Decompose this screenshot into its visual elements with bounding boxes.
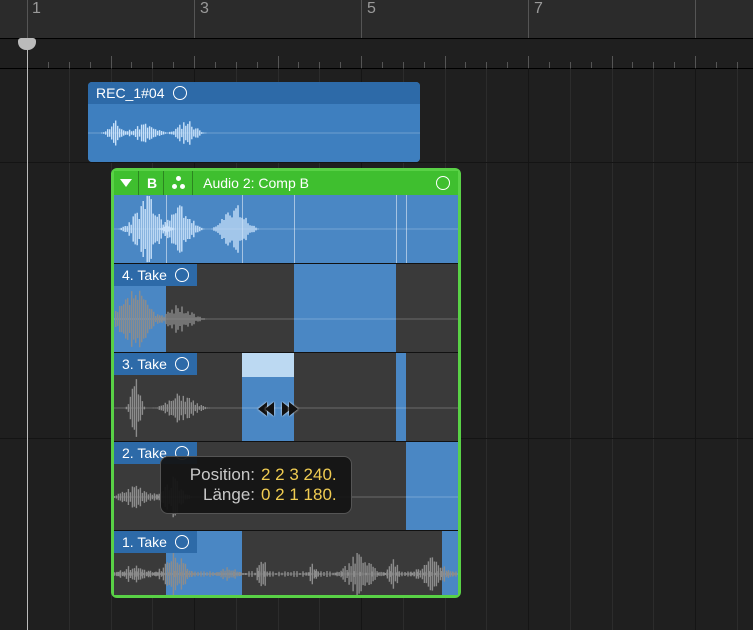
- playhead[interactable]: [27, 38, 28, 630]
- comp-lane[interactable]: [114, 195, 458, 263]
- triangle-down-icon: [120, 179, 132, 187]
- take-label[interactable]: 4. Take: [114, 264, 197, 286]
- ruler-number: 7: [534, 0, 543, 18]
- waveform: [114, 553, 458, 595]
- region-name: REC_1#04: [96, 82, 165, 104]
- loop-indicator-icon: [175, 268, 189, 282]
- take-label[interactable]: 3. Take: [114, 353, 197, 375]
- ruler-number: 3: [200, 0, 209, 18]
- waveform: [114, 286, 458, 352]
- tooltip-length-label: Länge:: [175, 485, 255, 505]
- comp-dots-icon: [172, 176, 186, 190]
- loop-indicator-icon: [175, 357, 189, 371]
- bar-ruler[interactable]: 1 3 5 7: [0, 0, 753, 39]
- take-folder[interactable]: B Audio 2: Comp B 4. Take: [111, 168, 461, 598]
- loop-indicator-icon: [436, 176, 450, 190]
- beat-ruler[interactable]: [0, 48, 753, 69]
- ruler-number: 1: [32, 0, 41, 18]
- tooltip-position-value: 2 2 3 240.: [261, 465, 337, 485]
- audio-region-rec[interactable]: REC_1#04: [88, 82, 420, 162]
- waveform: [114, 195, 458, 263]
- take-lane[interactable]: 3. Take: [114, 352, 458, 441]
- selection-highlight: [242, 353, 294, 377]
- arrange-area[interactable]: 1 3 5 7 REC_1#04: [0, 0, 753, 630]
- tooltip-length-value: 0 2 1 180.: [261, 485, 337, 505]
- waveform: [88, 104, 420, 162]
- take-folder-title: Audio 2: Comp B: [195, 175, 434, 191]
- loop-indicator-icon: [175, 535, 189, 549]
- loop-indicator-icon: [173, 86, 187, 100]
- tooltip-position-label: Position:: [175, 465, 255, 485]
- disclosure-button[interactable]: [114, 171, 139, 195]
- waveform: [114, 375, 458, 441]
- quick-swipe-button[interactable]: [166, 171, 193, 195]
- position-tooltip: Position: 2 2 3 240. Länge: 0 2 1 180.: [160, 456, 352, 514]
- region-header[interactable]: REC_1#04: [88, 82, 420, 104]
- take-lane[interactable]: 1. Take: [114, 530, 458, 595]
- take-lane[interactable]: 4. Take: [114, 263, 458, 352]
- ruler-number: 5: [367, 0, 376, 18]
- take-folder-header[interactable]: B Audio 2: Comp B: [114, 171, 458, 195]
- take-label[interactable]: 1. Take: [114, 531, 197, 553]
- comp-letter-button[interactable]: B: [141, 171, 164, 195]
